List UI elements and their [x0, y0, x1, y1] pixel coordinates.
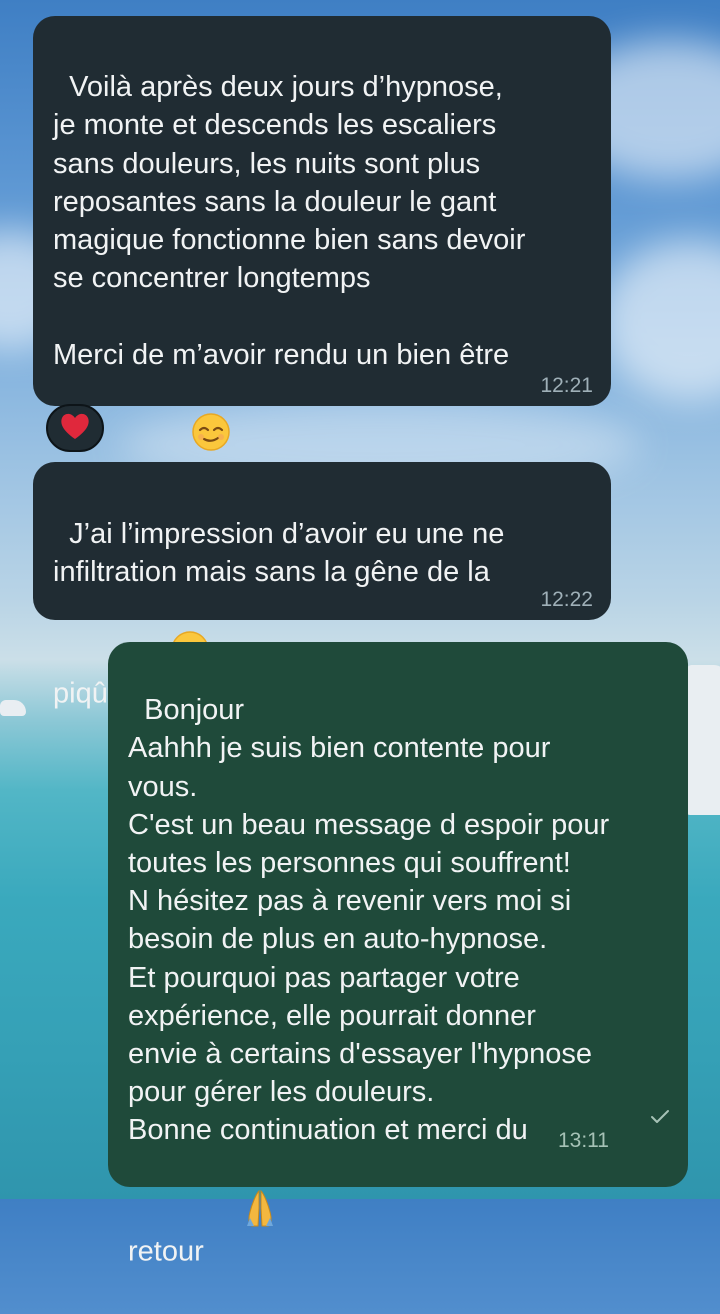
message-time: 12:22 — [540, 588, 593, 611]
message-text: Bonjour Aahhh je suis bien contente pour… — [128, 694, 610, 1268]
sent-check-icon — [615, 1083, 670, 1155]
reaction-badge[interactable] — [46, 404, 104, 452]
heart-icon — [59, 411, 91, 446]
message-time: 12:21 — [540, 374, 593, 397]
incoming-message[interactable]: J’ai l’impression d’avoir eu une ne infi… — [33, 462, 611, 709]
incoming-message[interactable]: Voilà après deux jours d’hypnose, je mon… — [33, 16, 611, 491]
message-time: 13:11 — [557, 1129, 609, 1152]
folded-hands-icon — [208, 1150, 280, 1277]
message-time-row: 13:11 — [535, 1059, 670, 1179]
outgoing-message[interactable]: Bonjour Aahhh je suis bien contente pour… — [108, 642, 688, 1267]
